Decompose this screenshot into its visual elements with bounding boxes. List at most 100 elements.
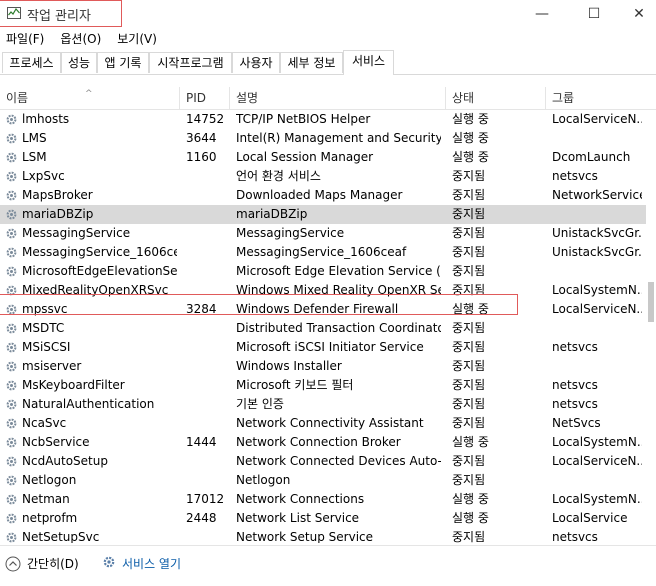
service-description: 언어 환경 서비스 (236, 169, 321, 183)
service-row[interactable]: NcaSvc Network Connectivity Assistant 중지됨 N… (0, 414, 646, 433)
service-status: 중지됨 (452, 530, 486, 543)
tab-app-history[interactable]: 앱 기록 (97, 52, 149, 73)
service-description: TCP/IP NetBIOS Helper (236, 112, 371, 126)
service-description: Windows Installer (236, 359, 342, 373)
title-highlight-box (0, 0, 122, 27)
service-pid (186, 452, 231, 471)
tab-services[interactable]: 서비스 (343, 50, 394, 75)
service-pid (186, 395, 231, 414)
service-description: Microsoft iSCSI Initiator Service (236, 340, 424, 354)
service-gear-icon (5, 436, 18, 449)
service-row[interactable]: msiserver Windows Installer 중지됨 (0, 357, 646, 376)
service-group (552, 471, 642, 490)
service-group: UnistackSvcGr... (552, 226, 642, 240)
service-status: 중지됨 (452, 454, 486, 468)
service-pid: 14752 (186, 112, 225, 126)
column-description[interactable]: 설명 (230, 87, 446, 109)
service-description: Network Setup Service (236, 530, 374, 543)
maximize-button[interactable]: ☐ (571, 0, 617, 28)
service-name: Netlogon (22, 473, 77, 487)
service-name: MicrosoftEdgeElevationSer... (22, 264, 177, 278)
service-gear-icon (5, 113, 18, 126)
services-table: 이름 ^ PID 설명 상태 그룹 lmhosts 14752 TCP/IP Net… (0, 87, 656, 543)
service-gear-icon (5, 455, 18, 468)
menu-bar: 파일(F) 옵션(O) 보기(V) (0, 30, 163, 48)
minimize-button[interactable]: — (519, 0, 565, 28)
service-status: 실행 중 (452, 150, 489, 164)
tab-performance[interactable]: 성능 (61, 52, 97, 73)
tab-processes[interactable]: 프로세스 (2, 52, 61, 73)
service-row[interactable]: NetSetupSvc Network Setup Service 중지됨 netsv… (0, 528, 646, 543)
tab-users[interactable]: 사용자 (232, 52, 280, 73)
service-gear-icon (5, 208, 18, 221)
service-row[interactable]: LxpSvc 언어 환경 서비스 중지됨 netsvcs (0, 167, 646, 186)
service-status: 중지됨 (452, 416, 486, 430)
service-row[interactable]: MicrosoftEdgeElevationSer... Microsoft Ed… (0, 262, 646, 281)
service-gear-icon (5, 379, 18, 392)
service-row[interactable]: MSDTC Distributed Transaction Coordinator… (0, 319, 646, 338)
service-group: UnistackSvcGr... (552, 245, 642, 259)
service-gear-icon (5, 531, 18, 543)
service-description: mariaDBZip (236, 207, 308, 221)
service-row[interactable]: Netlogon Netlogon 중지됨 (0, 471, 646, 490)
service-pid: 17012 (186, 492, 225, 506)
service-status: 중지됨 (452, 264, 486, 278)
service-pid (186, 224, 231, 243)
service-row[interactable]: LSM 1160 Local Session Manager 실행 중 DcomLaun… (0, 148, 646, 167)
service-gear-icon (5, 151, 18, 164)
service-pid: 2448 (186, 511, 217, 525)
menu-options[interactable]: 옵션(O) (50, 30, 107, 48)
service-group: LocalServiceN... (552, 454, 642, 468)
menu-file[interactable]: 파일(F) (0, 30, 50, 48)
footer-bar: 간단히(D) 서비스 열기 (0, 545, 656, 586)
service-gear-icon (5, 360, 18, 373)
service-pid (186, 243, 231, 262)
service-group: LocalService (552, 511, 628, 525)
service-group (552, 319, 642, 338)
column-pid[interactable]: PID (180, 87, 230, 109)
service-row[interactable]: MSiSCSI Microsoft iSCSI Initiator Service… (0, 338, 646, 357)
service-row[interactable]: Netman 17012 Network Connections 실행 중 LocalS… (0, 490, 646, 509)
service-pid (186, 186, 231, 205)
service-group: LocalSystemN... (552, 283, 642, 297)
service-status: 중지됨 (452, 397, 486, 411)
close-button[interactable]: ✕ (616, 0, 656, 28)
service-description: Network Connections (236, 492, 365, 506)
service-row[interactable]: LMS 3644 Intel(R) Management and Security … (0, 129, 646, 148)
service-group: netsvcs (552, 397, 598, 411)
service-row[interactable]: MapsBroker Downloaded Maps Manager 중지됨 Netw… (0, 186, 646, 205)
vertical-scrollbar[interactable] (646, 110, 656, 543)
column-status[interactable]: 상태 (446, 87, 546, 109)
service-group (552, 262, 642, 281)
service-description: Distributed Transaction Coordinator (236, 321, 441, 335)
service-row[interactable]: MsKeyboardFilter Microsoft 키보드 필터 중지됨 netsv… (0, 376, 646, 395)
service-gear-icon (5, 322, 18, 335)
service-name: lmhosts (22, 112, 70, 126)
service-row[interactable]: lmhosts 14752 TCP/IP NetBIOS Helper 실행 중 Loc… (0, 110, 646, 129)
column-name[interactable]: 이름 ^ (0, 87, 180, 109)
service-group: NetSvcs (552, 416, 601, 430)
service-name: NaturalAuthentication (22, 397, 155, 411)
tab-startup[interactable]: 시작프로그램 (149, 52, 232, 73)
service-row[interactable]: NcdAutoSetup Network Connected Devices Au… (0, 452, 646, 471)
service-row[interactable]: MessagingService_1606ceaf MessagingServic… (0, 243, 646, 262)
scrollbar-thumb[interactable] (648, 282, 654, 322)
service-row[interactable]: MessagingService MessagingService 중지됨 Unist… (0, 224, 646, 243)
service-status: 실행 중 (452, 492, 489, 506)
fewer-details-button[interactable]: 간단히(D) (5, 555, 79, 572)
fewer-details-label: 간단히(D) (27, 557, 79, 571)
service-description: Microsoft 키보드 필터 (236, 378, 354, 392)
service-gear-icon (5, 417, 18, 430)
service-row[interactable]: NcbService 1444 Network Connection Broker 실… (0, 433, 646, 452)
service-row[interactable]: netprofm 2448 Network List Service 실행 중 Loca… (0, 509, 646, 528)
service-name: NcbService (22, 435, 90, 449)
service-row[interactable]: mariaDBZip mariaDBZip 중지됨 (0, 205, 646, 224)
service-row[interactable]: NaturalAuthentication 기본 인증 중지됨 netsvcs (0, 395, 646, 414)
tab-details[interactable]: 세부 정보 (280, 52, 343, 73)
menu-view[interactable]: 보기(V) (107, 30, 163, 48)
column-group[interactable]: 그룹 (546, 87, 646, 109)
service-group: LocalServiceN... (552, 112, 642, 126)
service-name: netprofm (22, 511, 78, 525)
open-services-link[interactable]: 서비스 열기 (102, 555, 181, 572)
service-name: msiserver (22, 359, 82, 373)
